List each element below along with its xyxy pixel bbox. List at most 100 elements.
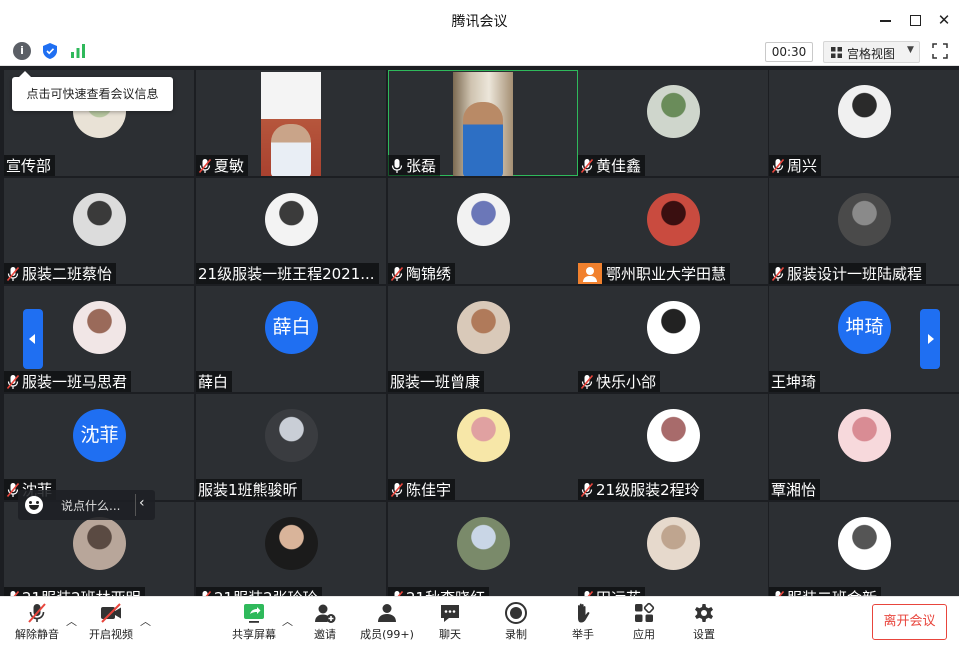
participant-tile[interactable]: 服装一班曾康	[388, 286, 578, 392]
fullscreen-icon[interactable]	[932, 43, 948, 59]
participant-name-bar: 快乐小郃	[578, 371, 661, 392]
hand-icon	[578, 603, 590, 623]
participant-name-bar: 黄佳鑫	[578, 155, 646, 176]
person-figure	[271, 124, 311, 176]
participant-tile[interactable]: 服装设计一班陆威程	[769, 178, 959, 284]
participant-name-bar: 张磊	[388, 155, 441, 176]
mic-muted-icon	[771, 158, 785, 174]
participant-tile[interactable]: 黄佳鑫	[578, 70, 768, 176]
raise-hand-label: 举手	[572, 628, 594, 641]
participant-tile[interactable]: 陶锦绣	[388, 178, 578, 284]
participant-name: 覃湘怡	[771, 481, 817, 499]
participant-name: 服装一班马思君	[22, 373, 128, 391]
participant-tile[interactable]: 周兴	[769, 70, 959, 176]
participant-tile[interactable]: 陈佳宇	[388, 394, 578, 500]
participant-name-bar: 鄂州职业大学田慧	[578, 263, 731, 284]
participant-tile[interactable]: 21秋李晓红	[388, 502, 578, 596]
raise-hand-button[interactable]: 举手	[563, 597, 603, 646]
control-bar: 解除静音 ︿ 开启视频 ︿ 共享屏幕 ︿ 邀请 成员(99+) 聊天 录制 举手…	[0, 596, 959, 646]
minimize-button[interactable]	[874, 9, 896, 31]
maximize-button[interactable]	[904, 9, 926, 31]
chat-placeholder: 说点什么...	[61, 499, 121, 513]
emoji-icon[interactable]	[25, 496, 43, 514]
participant-tile[interactable]: 21服装2张玲玲	[196, 502, 386, 596]
close-button[interactable]: ✕	[933, 9, 955, 31]
record-icon	[505, 602, 527, 624]
apps-button[interactable]: 应用	[624, 597, 664, 646]
chevron-up-icon[interactable]: ︿	[66, 613, 77, 629]
participant-tile[interactable]: 鄂州职业大学田慧	[578, 178, 768, 284]
settings-button[interactable]: 设置	[684, 597, 724, 646]
participant-name: 王坤琦	[771, 373, 817, 391]
chevron-up-icon[interactable]: ︿	[140, 613, 151, 629]
chevron-down-icon: ▼	[907, 45, 914, 55]
chat-input-bar[interactable]: 说点什么... ‹	[18, 490, 155, 520]
participant-name-bar: 服装设计一班陆威程	[769, 263, 927, 284]
mic-muted-icon	[390, 266, 404, 282]
participant-tile[interactable]: 服装二班金新	[769, 502, 959, 596]
record-button[interactable]: 录制	[496, 597, 536, 646]
participant-tile[interactable]: 沈菲沈菲	[4, 394, 194, 500]
participant-tile[interactable]: 薛白 薛白	[196, 286, 386, 392]
avatar	[647, 85, 700, 138]
avatar: 坤琦	[838, 301, 891, 354]
participant-name-bar: 覃湘怡	[769, 479, 821, 500]
mic-muted-icon	[580, 482, 594, 498]
participant-tile[interactable]: 快乐小郃	[578, 286, 768, 392]
participant-name: 21级服装2程玲	[596, 481, 700, 499]
participant-tile[interactable]: 张磊	[388, 70, 578, 176]
chevron-up-icon[interactable]: ︿	[282, 613, 293, 629]
avatar	[73, 193, 126, 246]
host-icon	[578, 263, 602, 284]
participant-name-bar: 陶锦绣	[388, 263, 456, 284]
avatar	[838, 193, 891, 246]
participant-tile[interactable]: 服装1班熊骏昕	[196, 394, 386, 500]
shield-icon[interactable]	[41, 42, 59, 60]
participant-name: 服装二班蔡怡	[22, 265, 113, 283]
chat-icon	[441, 605, 459, 622]
meeting-info-tooltip: 点击可快速查看会议信息	[12, 71, 173, 111]
start-video-button[interactable]: 开启视频	[86, 597, 136, 646]
chat-button[interactable]: 聊天	[430, 597, 470, 646]
chevron-left-icon[interactable]: ‹	[139, 495, 145, 511]
participant-tile[interactable]: 覃湘怡	[769, 394, 959, 500]
participant-tile[interactable]: 夏敏	[196, 70, 386, 176]
participant-name: 黄佳鑫	[596, 157, 642, 175]
members-button[interactable]: 成员(99+)	[356, 597, 418, 646]
next-page-button[interactable]	[920, 309, 940, 369]
mic-muted-icon	[6, 374, 20, 390]
record-label: 录制	[505, 628, 527, 641]
participant-name: 陈佳宇	[406, 481, 452, 499]
participant-name: 服装二班金新	[787, 587, 877, 596]
invite-button[interactable]: 邀请	[305, 597, 345, 646]
signal-icon[interactable]	[69, 42, 87, 60]
participant-tile[interactable]: 田运花	[578, 502, 768, 596]
info-icon[interactable]: i	[13, 42, 31, 60]
participant-tile[interactable]: 服装二班蔡怡	[4, 178, 194, 284]
participant-name: 21服装2班林亚明	[22, 587, 141, 596]
share-screen-button[interactable]: 共享屏幕	[229, 597, 279, 646]
unmute-button[interactable]: 解除静音	[12, 597, 62, 646]
participant-tile[interactable]: 21级服装2程玲	[578, 394, 768, 500]
view-mode-select[interactable]: 宫格视图 ▼	[823, 41, 920, 63]
participant-video	[453, 72, 513, 176]
participant-name-bar: 服装二班蔡怡	[4, 263, 117, 284]
participant-name: 田运花	[596, 587, 641, 596]
participant-name: 陶锦绣	[406, 265, 452, 283]
leave-meeting-button[interactable]: 离开会议	[872, 604, 947, 640]
avatar	[457, 517, 510, 570]
avatar	[457, 301, 510, 354]
avatar	[647, 517, 700, 570]
avatar	[838, 85, 891, 138]
participant-tile[interactable]: 21级服装一班王程2021...	[196, 178, 386, 284]
previous-page-button[interactable]	[23, 309, 43, 369]
share-screen-label: 共享屏幕	[232, 628, 276, 641]
participant-name-bar: 服装二班金新	[769, 587, 882, 596]
avatar: 沈菲	[73, 409, 126, 462]
divider	[135, 494, 136, 516]
avatar	[838, 517, 891, 570]
participant-name-bar: 服装一班曾康	[388, 371, 485, 392]
mic-muted-icon	[580, 158, 594, 174]
participant-name: 鄂州职业大学田慧	[606, 265, 727, 283]
participant-name: 服装1班熊骏昕	[198, 481, 298, 499]
